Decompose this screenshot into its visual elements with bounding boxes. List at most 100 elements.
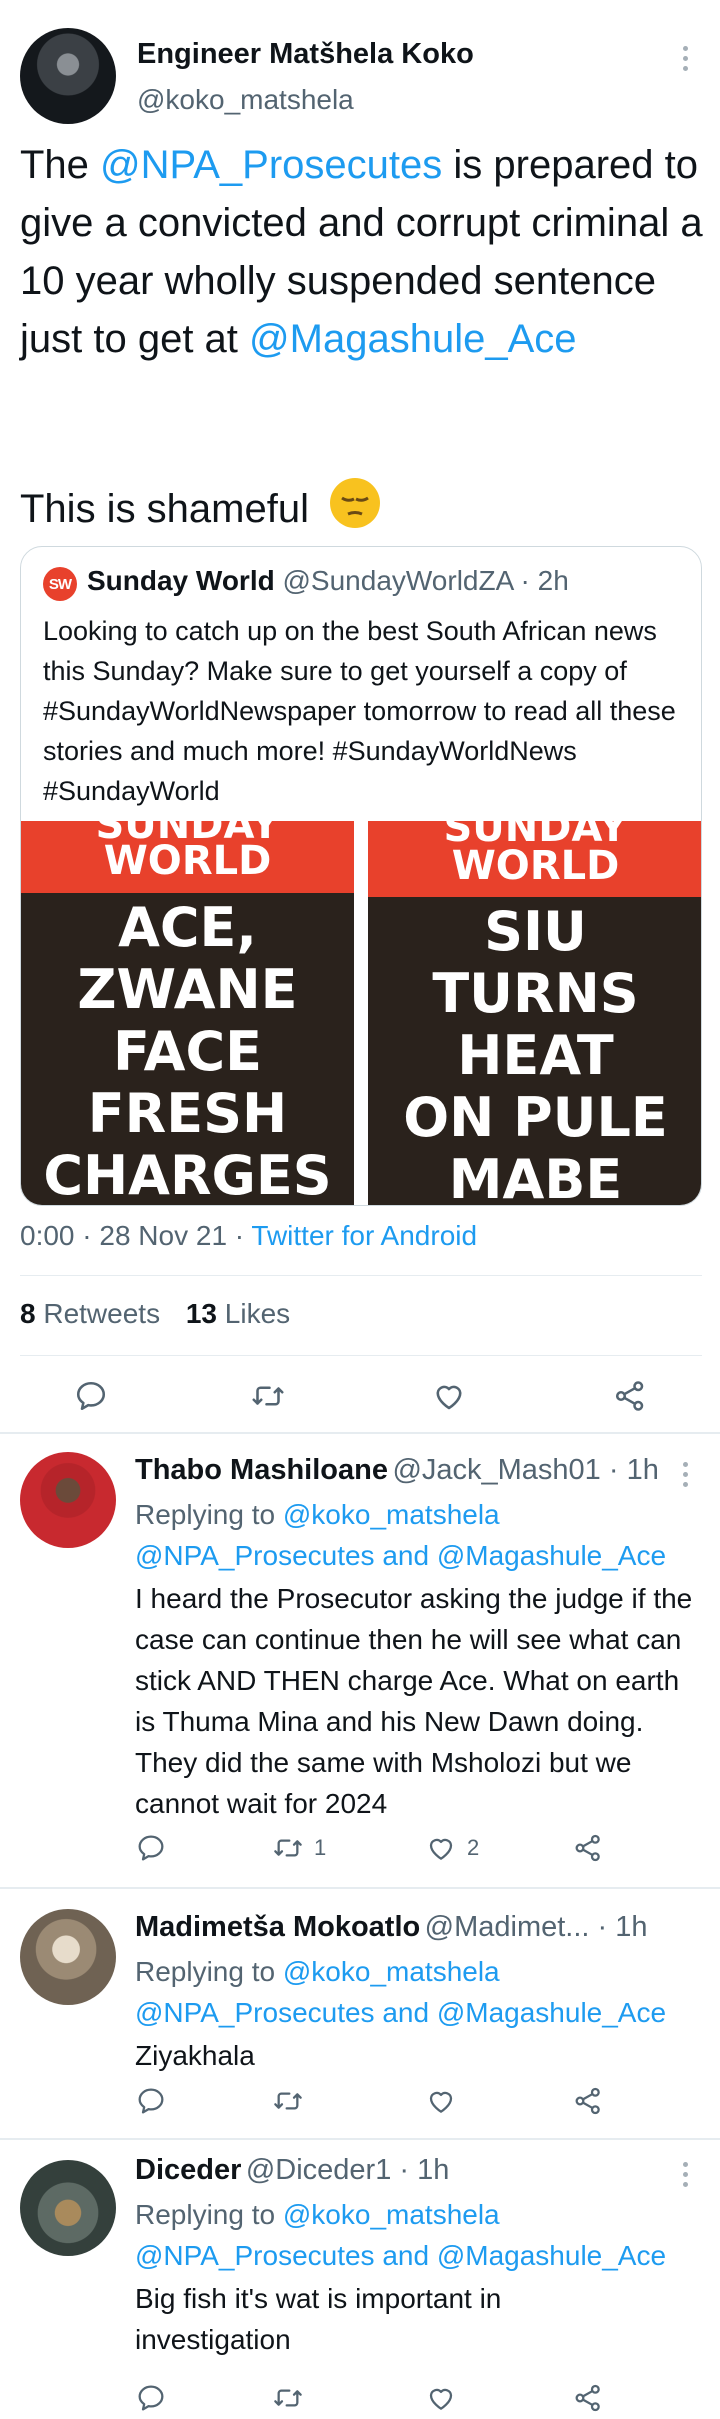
retweet-action[interactable]: 1	[272, 1832, 326, 1864]
newspaper-cover-right[interactable]: SUNDAY WORLD SIU TURNS HEAT ON PULE MABE	[368, 821, 701, 1206]
quoted-time: · 2h	[520, 565, 569, 596]
tweet-text: The @NPA_Prosecutes is prepared to give …	[20, 136, 710, 368]
reply-author-meta[interactable]: @Diceder1 · 1h	[246, 2154, 450, 2186]
cover-headline: ACE, ZWANE FACE FRESH CHARGES	[21, 897, 354, 1206]
masthead: SUNDAY WORLD	[368, 821, 701, 897]
reply-avatar[interactable]	[20, 1909, 116, 2005]
likes-label: Likes	[224, 1298, 291, 1329]
reply-author-meta[interactable]: @Jack_Mash01 · 1h	[392, 1454, 658, 1486]
reply-author-name[interactable]: Diceder	[135, 2154, 241, 2186]
replying-mention[interactable]: @koko_matshela	[283, 2199, 500, 2230]
retweets-label: Retweets	[43, 1298, 161, 1329]
newspaper-cover-left[interactable]: SUNDAY WORLD ACE, ZWANE FACE FRESH CHARG…	[21, 821, 354, 1206]
quoted-tweet[interactable]: SW Sunday World @SundayWorldZA · 2h Look…	[20, 546, 702, 1206]
replying-mentions[interactable]: @NPA_Prosecutes and @Magashule_Ace	[135, 1540, 666, 1571]
headline-line: CHARGES	[43, 1144, 332, 1206]
like-icon	[425, 1832, 457, 1864]
cover-gap	[354, 821, 368, 1205]
headline-line: FACE	[112, 1020, 262, 1083]
tweet-timestamp-row: 0:00 · 28 Nov 21 · Twitter for Android	[20, 1220, 477, 1252]
retweet-icon[interactable]	[272, 2085, 304, 2117]
reply-tweet[interactable]: Thabo Mashiloane @Jack_Mash01 · 1h Reply…	[0, 1434, 720, 1886]
retweet-count: 1	[314, 1835, 327, 1860]
replying-to: Replying to @koko_matshela @NPA_Prosecut…	[135, 1951, 715, 2033]
like-icon[interactable]	[425, 2382, 457, 2414]
reply-author-meta[interactable]: @Madimet... · 1h	[425, 1911, 648, 1943]
replying-mention[interactable]: @koko_matshela	[283, 1499, 500, 1530]
reply-avatar[interactable]	[20, 1452, 116, 1548]
replying-mention[interactable]: @koko_matshela	[283, 1956, 500, 1987]
tweet-text-shameful: This is shameful	[20, 478, 381, 538]
quoted-author-handle[interactable]: @SundayWorldZA	[283, 565, 513, 596]
retweets-stat[interactable]: 8 Retweets	[20, 1298, 160, 1329]
retweet-icon[interactable]	[272, 2382, 304, 2414]
quoted-text: Looking to catch up on the best South Af…	[43, 616, 676, 806]
reply-tweet[interactable]: Madimetša Mokoatlo @Madimet... · 1h Repl…	[0, 1889, 720, 2137]
pensive-face-icon	[330, 478, 381, 528]
more-icon[interactable]	[681, 1462, 689, 1487]
reply-icon[interactable]	[135, 2382, 167, 2414]
mention-magashule[interactable]: @Magashule_Ace	[249, 317, 576, 361]
likes-count: 13	[185, 1298, 218, 1329]
share-icon[interactable]	[572, 1832, 604, 1864]
reply-tweet[interactable]: Diceder @Diceder1 · 1h Replying to @koko…	[0, 2140, 720, 2419]
reply-author-name[interactable]: Thabo Mashiloane	[135, 1454, 388, 1486]
masthead-bottom: WORLD	[103, 838, 272, 884]
share-icon[interactable]	[572, 2382, 604, 2414]
masthead-bottom: WORLD	[451, 843, 620, 889]
author-avatar[interactable]	[20, 28, 116, 124]
reply-icon[interactable]	[135, 2085, 167, 2117]
headline-line: MABE	[448, 1148, 623, 1206]
tweet-timestamp[interactable]: 0:00 · 28 Nov 21 ·	[20, 1220, 251, 1251]
share-icon[interactable]	[612, 1378, 648, 1414]
mention-npa[interactable]: @NPA_Prosecutes	[100, 143, 442, 187]
reply-author-name[interactable]: Madimetša Mokoatlo	[135, 1911, 420, 1943]
headline-line: SIU	[484, 900, 587, 963]
like-icon[interactable]	[431, 1378, 467, 1414]
headline-line: TURNS	[432, 962, 639, 1025]
replying-prefix: Replying to	[135, 2199, 283, 2230]
quoted-author-name[interactable]: Sunday World	[87, 565, 275, 596]
replying-to: Replying to @koko_matshela @NPA_Prosecut…	[135, 2194, 715, 2276]
reply-text: Big fish it's wat is important in invest…	[135, 2283, 502, 2355]
tweet-source[interactable]: Twitter for Android	[251, 1220, 477, 1251]
replying-to: Replying to @koko_matshela @NPA_Prosecut…	[135, 1494, 715, 1576]
like-icon[interactable]	[425, 2085, 457, 2117]
replying-mentions[interactable]: @NPA_Prosecutes and @Magashule_Ace	[135, 1997, 666, 2028]
headline-line: HEAT	[457, 1024, 614, 1087]
reply-header: Thabo Mashiloane @Jack_Mash01 · 1h	[135, 1454, 659, 1487]
replying-prefix: Replying to	[135, 1499, 283, 1530]
masthead: SUNDAY WORLD	[21, 821, 354, 893]
divider	[20, 1355, 702, 1356]
share-icon[interactable]	[572, 2085, 604, 2117]
like-action[interactable]: 2	[425, 1832, 479, 1864]
author-handle[interactable]: @koko_matshela	[137, 84, 354, 116]
headline-line: ZWANE	[77, 958, 298, 1021]
reply-avatar[interactable]	[20, 2160, 116, 2256]
like-count: 2	[467, 1835, 480, 1860]
more-icon[interactable]	[681, 46, 689, 71]
headline-line: FRESH	[87, 1082, 288, 1145]
more-icon[interactable]	[681, 2162, 689, 2187]
text-segment: This is shameful	[20, 487, 309, 531]
retweet-icon[interactable]	[250, 1378, 286, 1414]
divider	[20, 1275, 702, 1276]
headline-line: ON PULE	[403, 1086, 668, 1149]
replying-prefix: Replying to	[135, 1956, 283, 1987]
retweets-count: 8	[20, 1298, 36, 1329]
reply-icon[interactable]	[135, 1832, 167, 1864]
reply-text: I heard the Prosecutor asking the judge …	[135, 1583, 693, 1819]
reply-icon[interactable]	[73, 1378, 109, 1414]
replying-mentions[interactable]: @NPA_Prosecutes and @Magashule_Ace	[135, 2240, 666, 2271]
main-tweet: Engineer Matšhela Koko @koko_matshela Th…	[0, 0, 720, 1430]
sunday-world-logo: SW	[43, 567, 77, 601]
cover-headline: SIU TURNS HEAT ON PULE MABE	[368, 900, 701, 1206]
author-name[interactable]: Engineer Matšhela Koko	[137, 38, 474, 71]
likes-stat[interactable]: 13 Likes	[186, 1298, 290, 1329]
reply-header: Diceder @Diceder1 · 1h	[135, 2154, 449, 2187]
headline-line: ACE,	[118, 896, 257, 959]
text-segment: The	[20, 143, 101, 187]
reply-header: Madimetša Mokoatlo @Madimet... · 1h	[135, 1911, 648, 1944]
reply-text: Ziyakhala	[135, 2040, 255, 2071]
quoted-header: Sunday World @SundayWorldZA · 2h	[87, 565, 569, 597]
